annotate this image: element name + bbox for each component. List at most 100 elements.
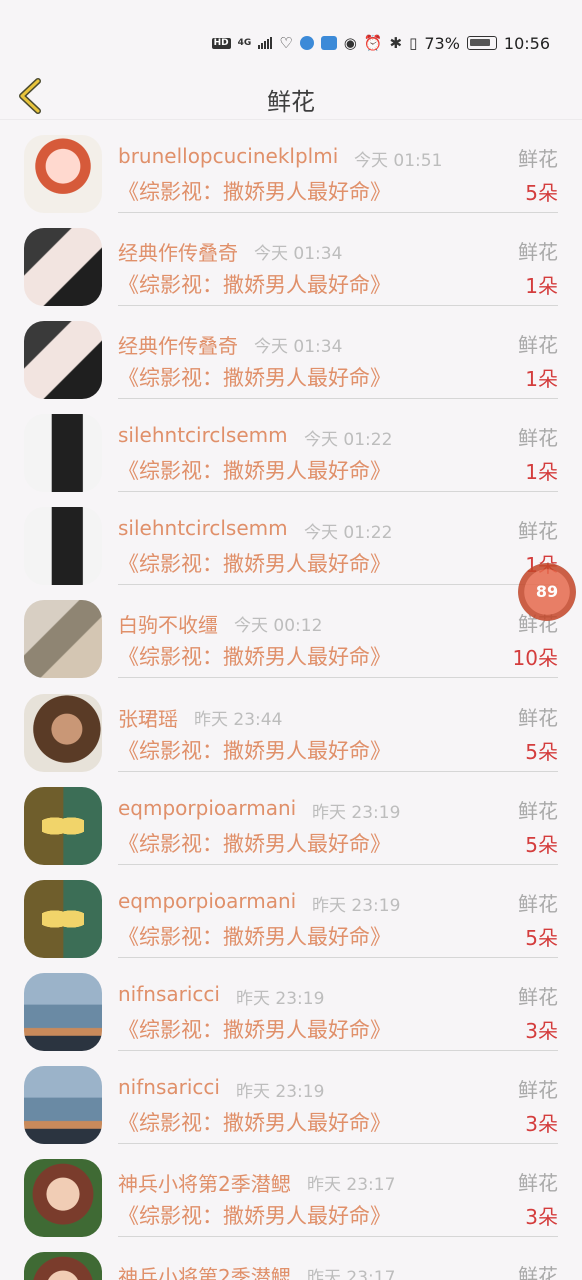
page-title: 鲜花 bbox=[267, 88, 315, 116]
book-title[interactable]: 《综影视：撒娇男人最好命》 bbox=[118, 548, 391, 578]
list-item[interactable]: 经典作传叠奇 今天 01:34 鲜花 《综影视：撒娇男人最好命》 1朵 bbox=[0, 307, 582, 400]
username[interactable]: 白驹不收缰 bbox=[118, 609, 218, 638]
list-item-content: nifnsaricci 昨天 23:19 鲜花 《综影视：撒娇男人最好命》 3朵 bbox=[118, 1052, 558, 1144]
book-title[interactable]: 《综影视：撒娇男人最好命》 bbox=[118, 1014, 391, 1044]
list-item-content: 经典作传叠奇 今天 01:34 鲜花 《综影视：撒娇男人最好命》 1朵 bbox=[118, 307, 558, 400]
gift-type: 鲜花 bbox=[518, 1171, 558, 1196]
book-title[interactable]: 《综影视：撒娇男人最好命》 bbox=[118, 1200, 391, 1230]
timestamp: 昨天 23:19 bbox=[312, 895, 401, 916]
vibrate-icon: ▯ bbox=[409, 33, 418, 52]
avatar[interactable] bbox=[24, 693, 102, 772]
timestamp: 今天 00:12 bbox=[234, 616, 323, 637]
list-item[interactable]: nifnsaricci 昨天 23:19 鲜花 《综影视：撒娇男人最好命》 3朵 bbox=[0, 959, 582, 1052]
list-item-content: brunellopcucineklplmi 今天 01:51 鲜花 《综影视：撒… bbox=[118, 121, 558, 213]
timestamp: 昨天 23:19 bbox=[236, 988, 325, 1009]
username[interactable]: nifnsaricci bbox=[118, 982, 220, 1006]
username[interactable]: 经典作传叠奇 bbox=[118, 330, 238, 359]
gift-type: 鲜花 bbox=[518, 333, 558, 358]
username[interactable]: 张珺瑶 bbox=[118, 703, 178, 732]
book-title[interactable]: 《综影视：撒娇男人最好命》 bbox=[118, 1107, 391, 1137]
avatar[interactable] bbox=[24, 321, 102, 400]
hd-icon: HD bbox=[211, 37, 231, 49]
avatar[interactable] bbox=[24, 414, 102, 493]
list-item-content: 神兵小将第2季潜鳃 昨天 23:17 鲜花 bbox=[118, 1238, 558, 1280]
username[interactable]: nifnsaricci bbox=[118, 1075, 220, 1099]
butterfly-image bbox=[42, 810, 84, 841]
butterfly-image bbox=[42, 903, 84, 934]
avatar[interactable] bbox=[24, 972, 102, 1051]
avatar[interactable] bbox=[24, 786, 102, 865]
status-bar: HD 4G ♡ ◉ ⏰ ✱ ▯ 73% 10:56 bbox=[0, 0, 582, 70]
message-notification-icon bbox=[320, 36, 337, 50]
timestamp: 今天 01:34 bbox=[254, 244, 343, 265]
gift-type: 鲜花 bbox=[518, 891, 558, 916]
list-item[interactable]: 白驹不收缰 今天 00:12 鲜花 《综影视：撒娇男人最好命》 10朵 bbox=[0, 586, 582, 679]
book-title[interactable]: 《综影视：撒娇男人最好命》 bbox=[118, 921, 391, 951]
gift-record-list: brunellopcucineklplmi 今天 01:51 鲜花 《综影视：撒… bbox=[0, 121, 582, 1280]
username[interactable]: 经典作传叠奇 bbox=[118, 237, 238, 266]
username[interactable]: 神兵小将第2季潜鳃 bbox=[118, 1261, 291, 1280]
battery-percent: 73% bbox=[424, 33, 460, 53]
list-item[interactable]: nifnsaricci 昨天 23:19 鲜花 《综影视：撒娇男人最好命》 3朵 bbox=[0, 1052, 582, 1145]
gift-count: 10朵 bbox=[512, 646, 558, 671]
list-item-content: nifnsaricci 昨天 23:19 鲜花 《综影视：撒娇男人最好命》 3朵 bbox=[118, 959, 558, 1051]
book-title[interactable]: 《综影视：撒娇男人最好命》 bbox=[118, 176, 391, 206]
avatar[interactable] bbox=[24, 1065, 102, 1144]
gift-count: 5朵 bbox=[525, 925, 558, 950]
avatar[interactable] bbox=[24, 879, 102, 958]
list-item-content: 神兵小将第2季潜鳃 昨天 23:17 鲜花 《综影视：撒娇男人最好命》 3朵 bbox=[118, 1145, 558, 1238]
username[interactable]: 神兵小将第2季潜鳃 bbox=[118, 1168, 291, 1197]
book-title[interactable]: 《综影视：撒娇男人最好命》 bbox=[118, 455, 391, 485]
gift-type: 鲜花 bbox=[518, 426, 558, 451]
username[interactable]: brunellopcucineklplmi bbox=[118, 144, 338, 168]
book-title[interactable]: 《综影视：撒娇男人最好命》 bbox=[118, 362, 391, 392]
gift-type: 鲜花 bbox=[518, 147, 558, 171]
gift-type: 鲜花 bbox=[518, 1264, 558, 1280]
book-title[interactable]: 《综影视：撒娇男人最好命》 bbox=[118, 828, 391, 858]
timestamp: 昨天 23:19 bbox=[312, 802, 401, 823]
list-item[interactable]: brunellopcucineklplmi 今天 01:51 鲜花 《综影视：撒… bbox=[0, 121, 582, 214]
gift-count: 3朵 bbox=[525, 1018, 558, 1043]
book-title[interactable]: 《综影视：撒娇男人最好命》 bbox=[118, 641, 391, 671]
avatar[interactable] bbox=[24, 1159, 102, 1238]
avatar[interactable] bbox=[24, 135, 102, 213]
avatar[interactable] bbox=[24, 507, 102, 586]
timestamp: 昨天 23:44 bbox=[194, 709, 283, 730]
list-item[interactable]: 神兵小将第2季潜鳃 昨天 23:17 鲜花 《综影视：撒娇男人最好命》 3朵 bbox=[0, 1145, 582, 1238]
username[interactable]: silehntcirclsemm bbox=[118, 516, 288, 540]
list-item-content: 白驹不收缰 今天 00:12 鲜花 《综影视：撒娇男人最好命》 10朵 bbox=[118, 586, 558, 679]
list-item[interactable]: 张珺瑶 昨天 23:44 鲜花 《综影视：撒娇男人最好命》 5朵 bbox=[0, 680, 582, 773]
timestamp: 昨天 23:17 bbox=[307, 1268, 396, 1280]
list-item[interactable]: eqmporpioarmani 昨天 23:19 鲜花 《综影视：撒娇男人最好命… bbox=[0, 866, 582, 959]
gift-count: 1朵 bbox=[525, 274, 558, 299]
list-item[interactable]: silehntcirclsemm 今天 01:22 鲜花 《综影视：撒娇男人最好… bbox=[0, 400, 582, 493]
username[interactable]: eqmporpioarmani bbox=[118, 796, 296, 820]
header-bar: 鲜花 bbox=[0, 70, 582, 120]
list-item-content: 经典作传叠奇 今天 01:34 鲜花 《综影视：撒娇男人最好命》 1朵 bbox=[118, 214, 558, 307]
book-title[interactable]: 《综影视：撒娇男人最好命》 bbox=[118, 735, 391, 765]
floating-speed-badge[interactable]: 89 bbox=[518, 563, 576, 621]
avatar[interactable] bbox=[24, 600, 102, 679]
gift-count: 5朵 bbox=[525, 832, 558, 857]
timestamp: 今天 01:51 bbox=[354, 151, 443, 171]
gift-count: 3朵 bbox=[525, 1205, 558, 1230]
username[interactable]: silehntcirclsemm bbox=[118, 423, 288, 447]
gift-count: 3朵 bbox=[525, 1111, 558, 1136]
list-item[interactable]: silehntcirclsemm 今天 01:22 鲜花 《综影视：撒娇男人最好… bbox=[0, 493, 582, 586]
battery-icon bbox=[466, 36, 497, 50]
timestamp: 今天 01:22 bbox=[304, 523, 393, 544]
clock: 10:56 bbox=[503, 33, 550, 53]
list-item[interactable]: eqmporpioarmani 昨天 23:19 鲜花 《综影视：撒娇男人最好命… bbox=[0, 773, 582, 866]
list-item-content: eqmporpioarmani 昨天 23:19 鲜花 《综影视：撒娇男人最好命… bbox=[118, 866, 558, 958]
gift-type: 鲜花 bbox=[518, 519, 558, 544]
shield-icon: ♡ bbox=[279, 33, 293, 52]
book-title[interactable]: 《综影视：撒娇男人最好命》 bbox=[118, 269, 391, 299]
gift-type: 鲜花 bbox=[518, 1077, 558, 1102]
list-item[interactable]: 神兵小将第2季潜鳃 昨天 23:17 鲜花 bbox=[0, 1238, 582, 1280]
gift-type: 鲜花 bbox=[518, 798, 558, 823]
timestamp: 昨天 23:19 bbox=[236, 1081, 325, 1102]
username[interactable]: eqmporpioarmani bbox=[118, 889, 296, 913]
list-item[interactable]: 经典作传叠奇 今天 01:34 鲜花 《综影视：撒娇男人最好命》 1朵 bbox=[0, 214, 582, 307]
avatar[interactable] bbox=[24, 228, 102, 307]
avatar[interactable] bbox=[24, 1252, 102, 1280]
